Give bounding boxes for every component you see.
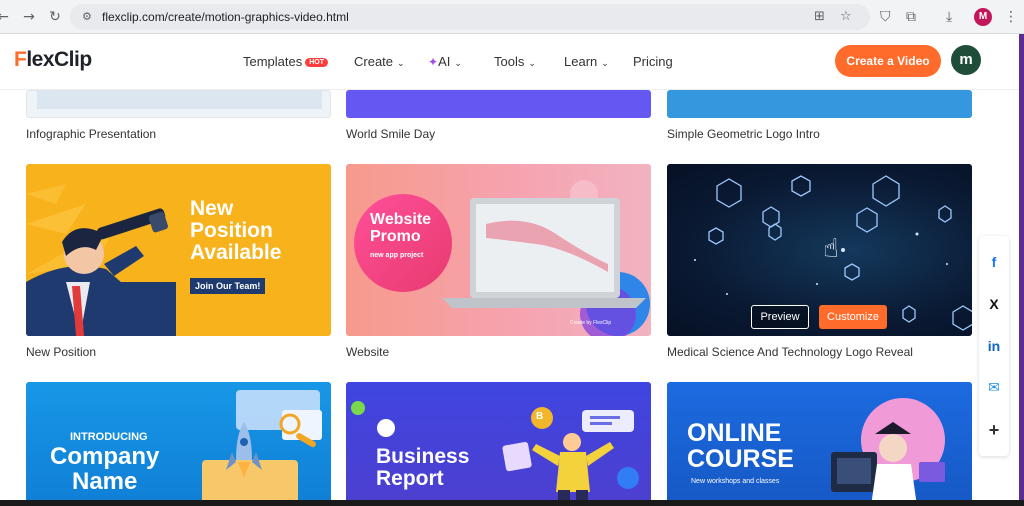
template-thumb-smile-day[interactable]	[346, 90, 651, 118]
nav-templates[interactable]: Templates HOT	[243, 54, 329, 69]
sparkle-icon: ✦	[428, 55, 439, 69]
back-icon[interactable]: ←	[0, 8, 12, 26]
install-app-icon[interactable]: ⊞	[814, 9, 825, 24]
template-thumb-website[interactable]: Website Promo new app project Create by …	[346, 164, 651, 336]
template-title[interactable]: Infographic Presentation	[26, 127, 156, 141]
template-title[interactable]: New Position	[26, 345, 96, 359]
browser-profile-avatar[interactable]: M	[974, 8, 992, 26]
customize-button[interactable]: Customize	[819, 305, 887, 329]
site-settings-icon[interactable]: ⚙	[82, 10, 96, 24]
nav-tools[interactable]: Tools ⌄	[494, 54, 536, 69]
create-video-button[interactable]: Create a Video	[835, 45, 941, 77]
thumb-subtitle: New workshops and classes	[691, 478, 780, 485]
forward-icon[interactable]: →	[20, 8, 38, 26]
address-bar[interactable]: ⚙ flexclip.com/create/motion-graphics-vi…	[70, 4, 870, 30]
chevron-down-icon: ⌄	[397, 59, 405, 69]
nav-ai[interactable]: ✦AI ⌄	[428, 54, 462, 69]
thumb-headline: New Position Available	[190, 197, 282, 265]
thumb-subtag: Join Our Team!	[190, 278, 266, 294]
template-title[interactable]: Simple Geometric Logo Intro	[667, 127, 820, 141]
site-header: FlexClip Templates HOT Create ⌄ ✦AI ⌄ Tools…	[0, 34, 1024, 90]
template-title[interactable]: Medical Science And Technology Logo Reve…	[667, 345, 913, 359]
template-thumb-infographic[interactable]	[26, 90, 331, 118]
bookmark-star-icon[interactable]: ☆	[840, 9, 852, 24]
preview-button[interactable]: Preview	[751, 305, 809, 329]
nav-learn[interactable]: Learn ⌄	[564, 54, 609, 69]
url-text[interactable]: flexclip.com/create/motion-graphics-vide…	[102, 10, 349, 24]
download-icon[interactable]: ⤓	[946, 8, 952, 26]
nav-pricing[interactable]: Pricing	[633, 54, 673, 69]
template-thumb-company-name[interactable]: INTRODUCING Company Name	[26, 382, 331, 506]
thumb-credit: Create by FlexClip	[570, 320, 612, 326]
bitcoin-badge-icon: B	[536, 411, 544, 422]
thumb-headline: Company Name	[50, 443, 160, 496]
template-title[interactable]: World Smile Day	[346, 127, 435, 141]
user-avatar[interactable]: m	[951, 45, 981, 75]
window-edge	[1019, 34, 1024, 506]
share-sidebar: f X in ✉ +	[979, 236, 1009, 456]
hand-cursor-icon: ☝	[823, 234, 839, 264]
taskbar-edge	[0, 500, 1024, 506]
chevron-down-icon: ⌄	[454, 59, 462, 69]
template-thumb-medical-logo[interactable]: ☝ Preview Customize	[667, 164, 972, 336]
hot-badge: HOT	[305, 58, 329, 67]
more-share-icon[interactable]: +	[979, 418, 1009, 442]
thumb-subtitle: new app project	[370, 252, 424, 259]
flexclip-logo[interactable]: FlexClip	[14, 48, 92, 72]
browser-menu-icon[interactable]: ⋮	[1004, 8, 1018, 26]
shield-extension-icon[interactable]: ⛉	[880, 8, 891, 26]
reload-icon[interactable]: ↻	[46, 8, 64, 26]
linkedin-icon[interactable]: in	[979, 334, 1009, 358]
template-title[interactable]: Website	[346, 345, 389, 359]
template-thumb-geometric-logo[interactable]	[667, 90, 972, 118]
chevron-down-icon: ⌄	[601, 59, 609, 69]
extensions-icon[interactable]: ⧉	[906, 8, 916, 26]
thumb-headline: Business Report	[376, 445, 470, 491]
template-thumb-new-position[interactable]: New Position Available Join Our Team!	[26, 164, 331, 336]
thumb-headline: Website Promo	[370, 211, 432, 245]
browser-toolbar: ← → ↻ ⚙ flexclip.com/create/motion-graph…	[0, 0, 1024, 34]
template-thumb-online-course[interactable]: ONLINE COURSE New workshops and classes	[667, 382, 972, 506]
template-thumb-business-report[interactable]: B Business Report	[346, 382, 651, 506]
chevron-down-icon: ⌄	[528, 59, 536, 69]
thumb-intro-label: INTRODUCING	[70, 431, 148, 443]
facebook-icon[interactable]: f	[979, 250, 1009, 274]
nav-create[interactable]: Create ⌄	[354, 54, 405, 69]
thumb-headline: ONLINE COURSE	[687, 419, 794, 474]
email-icon[interactable]: ✉	[979, 376, 1009, 400]
man-with-telescope-illustration	[26, 184, 176, 336]
x-twitter-icon[interactable]: X	[979, 292, 1009, 316]
